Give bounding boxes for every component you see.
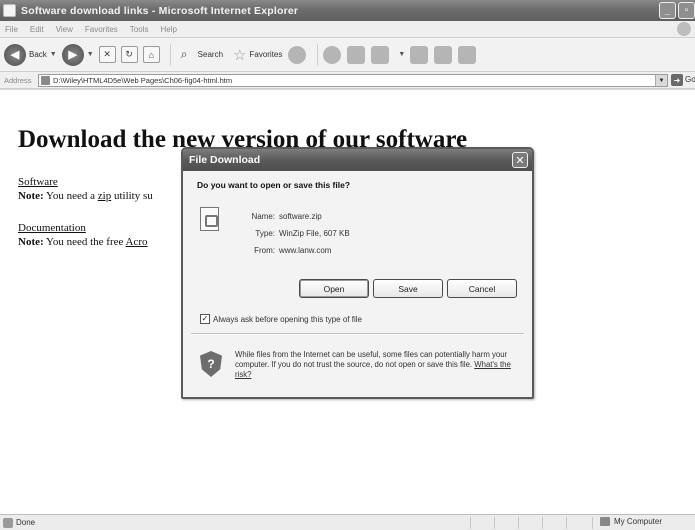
address-url[interactable]: D:\Wiley\HTML4D5e\Web Pages\Ch06-fig04-h… [53, 76, 232, 85]
file-download-dialog: File Download ✕ Do you want to open or s… [181, 147, 534, 399]
dialog-title: File Download [189, 154, 261, 166]
page-icon [41, 76, 50, 85]
file-name-value: software.zip [279, 212, 322, 221]
acrobat-link[interactable]: Acro [126, 236, 148, 248]
back-button-label[interactable]: Back [29, 50, 47, 59]
security-zone: My Computer [600, 517, 662, 526]
toolbar: ◀ Back ▼ ▶ ▼ ✕ ↻ ⌂ ⌕ Search ☆ Favorites … [0, 38, 695, 72]
menu-help[interactable]: Help [160, 25, 176, 34]
address-dropdown-icon[interactable]: ▼ [655, 75, 667, 86]
discuss-icon[interactable] [410, 45, 429, 64]
file-type-value: WinZip File, 607 KB [279, 229, 350, 238]
status-cell [470, 517, 471, 529]
edit-icon[interactable] [371, 45, 390, 64]
menu-file[interactable]: File [5, 25, 18, 34]
window-title: Software download links - Microsoft Inte… [21, 4, 299, 17]
edit-dropdown-icon[interactable]: ▼ [398, 51, 405, 58]
forward-dropdown-icon[interactable]: ▼ [87, 51, 94, 58]
save-button[interactable]: Save [373, 279, 443, 298]
status-text: Done [16, 518, 36, 527]
documentation-link-row: Documentation [18, 222, 86, 234]
toolbar-separator [169, 43, 171, 66]
back-dropdown-icon[interactable]: ▼ [50, 51, 57, 58]
note-text: You need a [43, 190, 98, 202]
status-cell [592, 517, 593, 529]
minimize-button[interactable]: _ [659, 2, 676, 19]
ie-icon [3, 4, 16, 17]
cancel-button[interactable]: Cancel [447, 279, 517, 298]
maximize-button[interactable]: ▫ [678, 2, 695, 19]
note-acrobat: Note: You need the free Acro [18, 236, 148, 248]
note-zip: Note: You need a zip utility su [18, 190, 153, 202]
mail-icon[interactable] [323, 45, 342, 64]
back-arrow-icon[interactable]: ◀ [4, 43, 26, 66]
always-ask-checkbox[interactable]: ✓ [200, 314, 210, 324]
search-icon[interactable]: ⌕ [176, 46, 193, 63]
dialog-question: Do you want to open or save this file? [197, 180, 351, 190]
open-button[interactable]: Open [299, 279, 369, 298]
note-label: Note: [18, 236, 44, 248]
status-cell [566, 517, 567, 529]
dialog-title-bar: File Download ✕ [183, 149, 532, 171]
file-name-label: Name: [251, 212, 275, 221]
warning-text: While files from the Internet can be use… [235, 350, 508, 369]
menu-tools[interactable]: Tools [130, 25, 149, 34]
toolbar-separator [317, 43, 319, 66]
menu-favorites[interactable]: Favorites [85, 25, 118, 34]
menu-bar: File Edit View Favorites Tools Help [0, 21, 695, 38]
menu-edit[interactable]: Edit [30, 25, 44, 34]
software-link-row: Software [18, 176, 58, 188]
zip-link[interactable]: zip [98, 190, 111, 202]
always-ask-label[interactable]: Always ask before opening this type of f… [213, 315, 362, 324]
stop-icon[interactable]: ✕ [98, 46, 116, 63]
go-button-label[interactable]: Go [685, 75, 695, 84]
file-type-label: Type: [255, 229, 275, 238]
address-input[interactable]: D:\Wiley\HTML4D5e\Web Pages\Ch06-fig04-h… [38, 74, 668, 87]
computer-icon [600, 517, 610, 526]
refresh-icon[interactable]: ↻ [120, 46, 138, 63]
note-text: You need the free [43, 236, 126, 248]
history-icon[interactable] [288, 45, 307, 64]
status-cell [542, 517, 543, 529]
status-cell [494, 517, 495, 529]
home-icon[interactable]: ⌂ [142, 46, 160, 63]
file-from-value: www.lanw.com [279, 246, 332, 255]
windows-logo-icon [677, 22, 691, 36]
messenger-icon[interactable] [458, 45, 477, 64]
documentation-link[interactable]: Documentation [18, 222, 86, 234]
address-bar: Address D:\Wiley\HTML4D5e\Web Pages\Ch06… [0, 72, 695, 89]
note-label: Note: [18, 190, 44, 202]
window-controls: _ ▫ [659, 2, 695, 19]
window-title-bar: Software download links - Microsoft Inte… [0, 0, 695, 21]
menu-view[interactable]: View [56, 25, 73, 34]
print-icon[interactable] [347, 45, 366, 64]
page-done-icon [3, 517, 13, 528]
status-bar: Done My Computer [0, 514, 695, 530]
software-link[interactable]: Software [18, 176, 58, 188]
file-from-label: From: [254, 246, 275, 255]
security-shield-icon: ? [200, 351, 222, 377]
research-icon[interactable] [434, 45, 453, 64]
security-warning: While files from the Internet can be use… [235, 350, 520, 380]
zip-file-icon [200, 207, 219, 231]
dialog-close-button[interactable]: ✕ [512, 152, 528, 168]
favorites-star-icon[interactable]: ☆ [233, 46, 246, 64]
go-arrow-icon[interactable]: ➜ [671, 74, 683, 86]
dialog-divider [191, 333, 524, 335]
address-label: Address [4, 75, 32, 85]
zone-text: My Computer [614, 517, 663, 526]
forward-arrow-icon[interactable]: ▶ [61, 43, 84, 66]
note-text-rest: utility su [111, 190, 153, 202]
favorites-button-label[interactable]: Favorites [249, 50, 282, 59]
search-button-label[interactable]: Search [198, 50, 223, 59]
status-cell [518, 517, 519, 529]
